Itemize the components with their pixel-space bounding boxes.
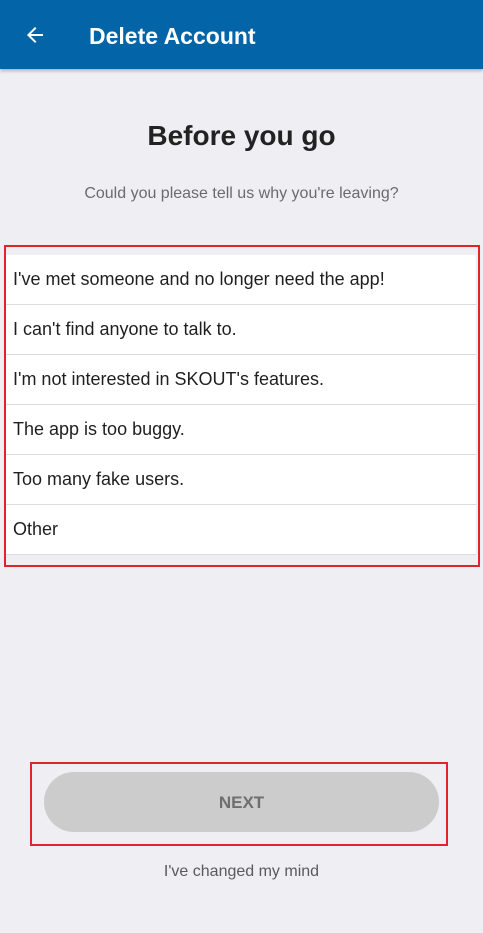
reason-option-not-interested[interactable]: I'm not interested in SKOUT's features. [6,355,476,405]
app-bar: Delete Account [0,0,483,69]
arrow-left-icon [27,27,43,43]
back-button[interactable] [18,18,52,52]
reasons-list: I've met someone and no longer need the … [6,255,476,555]
changed-mind-link[interactable]: I've changed my mind [0,863,483,881]
page-subheading: Could you please tell us why you're leav… [84,185,399,202]
page-heading: Before you go [147,120,336,151]
reason-option-too-buggy[interactable]: The app is too buggy. [6,405,476,455]
reason-option-other[interactable]: Other [6,505,476,555]
next-button[interactable]: NEXT [44,772,439,832]
reason-option-no-one-to-talk[interactable]: I can't find anyone to talk to. [6,305,476,355]
app-bar-title: Delete Account [89,23,256,49]
reason-option-met-someone[interactable]: I've met someone and no longer need the … [6,255,476,305]
reason-option-fake-users[interactable]: Too many fake users. [6,455,476,505]
